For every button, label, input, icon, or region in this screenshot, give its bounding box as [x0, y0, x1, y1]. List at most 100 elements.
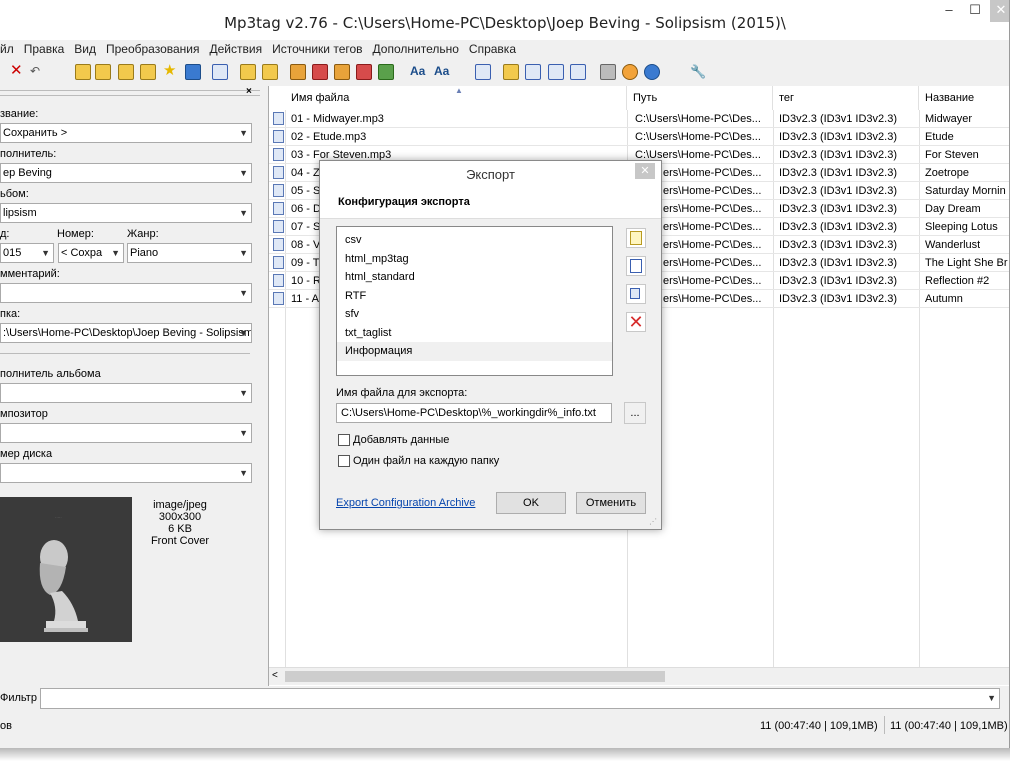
star-icon[interactable]: ★ — [163, 63, 179, 80]
cell-title: Midwayer — [925, 113, 973, 125]
maximize-button[interactable]: ☐ — [962, 0, 988, 22]
year-field[interactable]: 015 ▼ — [0, 243, 54, 263]
list-item[interactable]: sfv — [337, 305, 612, 324]
column-path[interactable]: Путь — [627, 86, 773, 110]
album-cover[interactable]: ····· — [0, 497, 132, 642]
cell-filename: 11 - A — [291, 293, 319, 305]
tag-panel-icon[interactable] — [212, 64, 228, 80]
table-row[interactable]: 01 - Midwayer.mp3 C:\Users\Home-PC\Des...… — [269, 110, 1009, 128]
genre-label: Жанр: — [127, 228, 159, 240]
favorite-dir-icon[interactable] — [118, 64, 134, 80]
comment-label: мментарий: — [0, 268, 60, 280]
cancel-button[interactable]: Отменить — [576, 492, 646, 514]
list-item[interactable]: RTF — [337, 287, 612, 306]
cell-tag: ID3v2.3 (ID3v1 ID3v2.3) — [779, 275, 897, 287]
save-icon[interactable] — [240, 64, 256, 80]
album-field[interactable]: lipsism ▼ — [0, 203, 252, 223]
tag-tag-icon[interactable] — [356, 64, 372, 80]
separator — [0, 353, 250, 354]
html-export-icon[interactable] — [570, 64, 586, 80]
menu-convert[interactable]: Преобразования — [106, 42, 200, 60]
open-dir-icon[interactable] — [140, 64, 156, 80]
refresh-icon[interactable] — [185, 64, 201, 80]
genre-field[interactable]: Piano ▼ — [127, 243, 252, 263]
chevron-down-icon: ▼ — [239, 468, 248, 478]
options-icon[interactable]: 🔧 — [690, 64, 706, 80]
close-button[interactable]: ✕ — [990, 0, 1009, 22]
filename-input[interactable]: C:\Users\Home-PC\Desktop\%_workingdir%_i… — [336, 403, 612, 423]
add-dir-icon[interactable] — [95, 64, 111, 80]
menu-actions[interactable]: Действия — [210, 42, 263, 60]
status-divider — [884, 716, 885, 734]
table-row[interactable]: 02 - Etude.mp3 C:\Users\Home-PC\Des... ID3… — [269, 128, 1009, 146]
menu-tag-sources[interactable]: Источники тегов — [272, 42, 362, 60]
horizontal-scrollbar[interactable]: < — [269, 667, 1009, 685]
one-file-per-folder-checkbox[interactable] — [338, 455, 350, 467]
export-archive-link[interactable]: Export Configuration Archive — [336, 497, 475, 509]
dialog-close-button[interactable]: ✕ — [635, 163, 655, 179]
web-source-icon[interactable] — [644, 64, 660, 80]
cell-title: Day Dream — [925, 203, 981, 215]
menu-extra[interactable]: Дополнительно — [373, 42, 459, 60]
autonumber-icon[interactable] — [378, 64, 394, 80]
delete-config-button[interactable]: ✕ — [626, 312, 646, 332]
playlist-icon[interactable] — [503, 64, 519, 80]
title-field[interactable]: Сохранить > ▼ — [0, 123, 252, 143]
menu-edit[interactable]: Правка — [24, 42, 65, 60]
cell-path: ers\Home-PC\Des... — [663, 203, 762, 215]
text-tag-icon[interactable] — [334, 64, 350, 80]
scroll-thumb[interactable] — [285, 671, 665, 682]
menu-file[interactable]: йл — [0, 42, 14, 60]
minimize-button[interactable]: – — [936, 0, 962, 22]
case-convert-icon[interactable]: Aa — [410, 64, 426, 80]
change-dir-icon[interactable] — [75, 64, 91, 80]
mp3-file-icon — [273, 130, 284, 143]
remove-tag-icon[interactable]: ✕ — [10, 63, 26, 80]
tag-file-icon[interactable] — [290, 64, 306, 80]
resize-grip-icon[interactable]: ⋰ — [649, 517, 657, 526]
export-icon[interactable] — [262, 64, 278, 80]
composer-field[interactable]: ▼ — [0, 423, 252, 443]
export-config-list[interactable]: csv html_mp3tag html_standard RTF sfv tx… — [336, 226, 613, 376]
track-label: Номер: — [57, 228, 94, 240]
composer-label: мпозитор — [0, 408, 48, 420]
cell-title: Reflection #2 — [925, 275, 990, 287]
cd-icon[interactable] — [600, 64, 616, 80]
menu-help[interactable]: Справка — [469, 42, 516, 60]
freedb-icon[interactable] — [622, 64, 638, 80]
album-artist-field[interactable]: ▼ — [0, 383, 252, 403]
cell-path: ers\Home-PC\Des... — [663, 221, 762, 233]
cell-tag: ID3v2.3 (ID3v1 ID3v2.3) — [779, 185, 897, 197]
case-menu-icon[interactable]: Aa — [434, 64, 450, 80]
edit-config-button[interactable] — [626, 256, 646, 276]
panel-grip[interactable] — [0, 90, 260, 96]
column-tag[interactable]: тег — [773, 86, 919, 110]
list-item-selected[interactable]: Информация — [337, 342, 612, 361]
panel-close-icon[interactable]: × — [246, 86, 252, 97]
ok-button[interactable]: OK — [496, 492, 566, 514]
export-list-icon[interactable] — [548, 64, 564, 80]
mp3-file-icon — [273, 148, 284, 161]
column-title[interactable]: Название — [919, 86, 1009, 110]
list-item[interactable]: txt_taglist — [337, 324, 612, 343]
filter-input[interactable]: ▼ — [40, 688, 1000, 709]
file-tag-icon[interactable] — [312, 64, 328, 80]
undo-icon[interactable]: ↶ — [30, 64, 46, 80]
append-checkbox[interactable] — [338, 434, 350, 446]
list-item[interactable]: csv — [337, 231, 612, 250]
new-config-button[interactable] — [626, 228, 646, 248]
list-item[interactable]: html_mp3tag — [337, 250, 612, 269]
copy-config-button[interactable] — [626, 284, 646, 304]
list-item[interactable]: html_standard — [337, 268, 612, 287]
folder-field[interactable]: :\Users\Home-PC\Desktop\Joep Beving - So… — [0, 323, 252, 343]
menu-view[interactable]: Вид — [74, 42, 96, 60]
scroll-left-icon[interactable]: < — [272, 670, 278, 681]
browse-button[interactable]: ... — [624, 402, 646, 424]
export-config-icon[interactable] — [525, 64, 541, 80]
edit-icon[interactable] — [475, 64, 491, 80]
disc-field[interactable]: ▼ — [0, 463, 252, 483]
cell-title: Etude — [925, 131, 954, 143]
artist-field[interactable]: ep Beving ▼ — [0, 163, 252, 183]
track-field[interactable]: < Сохра ▼ — [58, 243, 124, 263]
comment-field[interactable]: ▼ — [0, 283, 252, 303]
